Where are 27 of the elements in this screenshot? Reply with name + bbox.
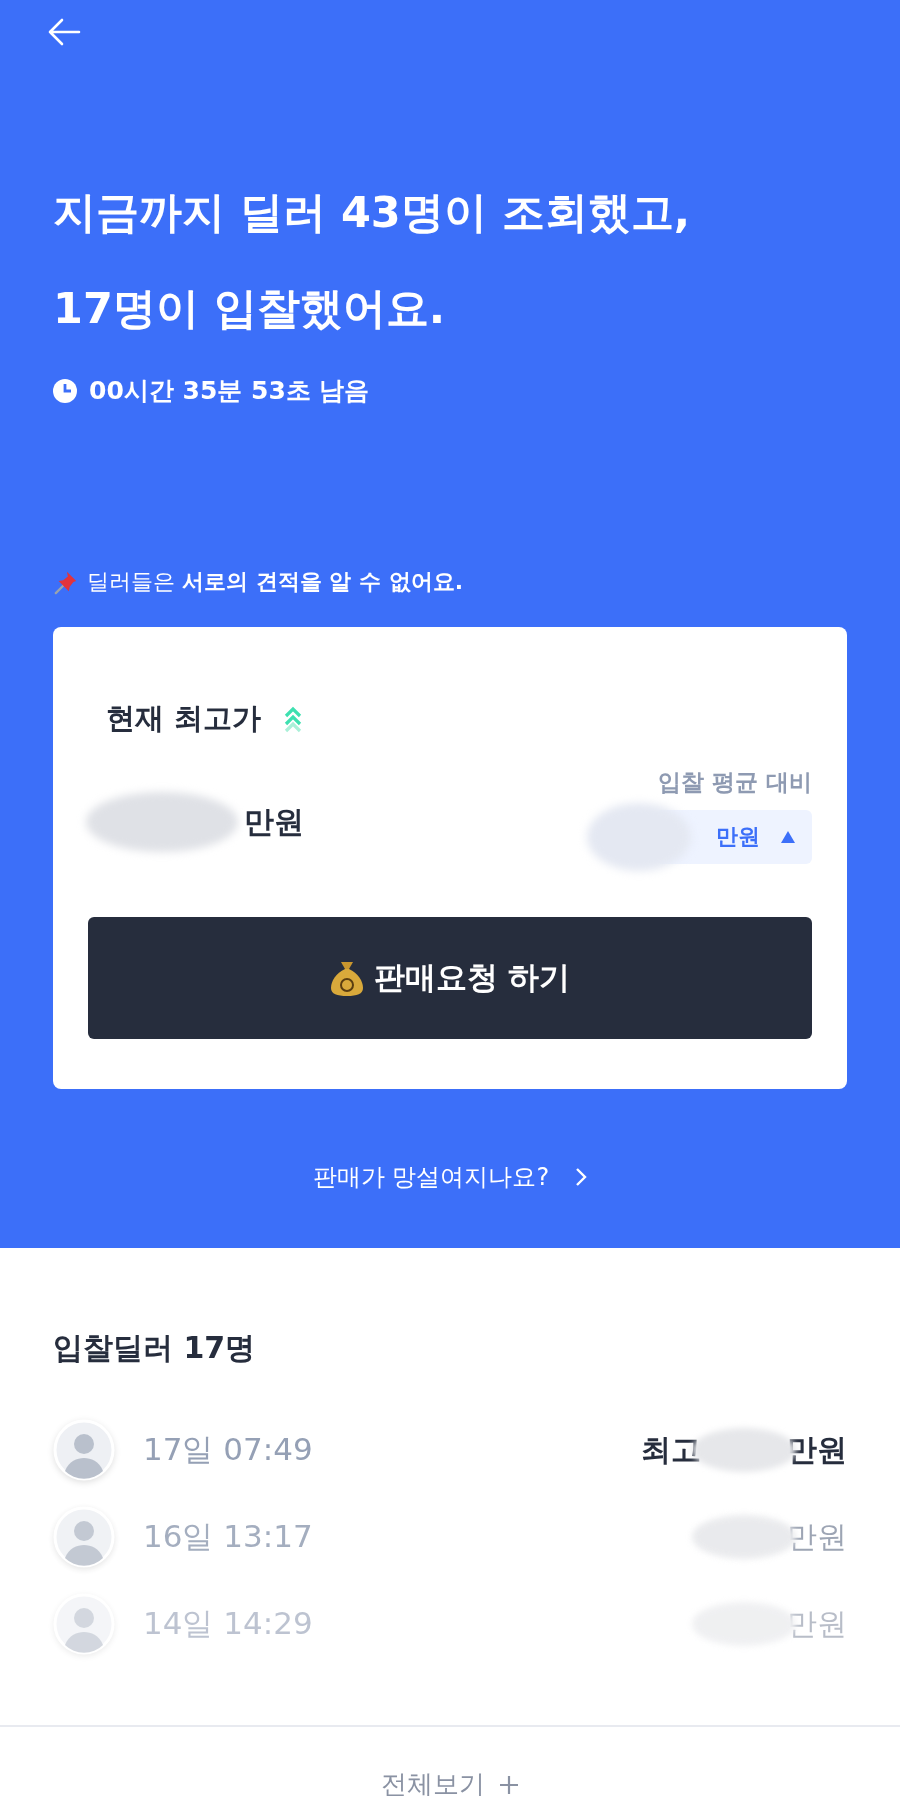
avatar-icon xyxy=(53,1419,115,1481)
sell-request-button[interactable]: 판매요청 하기 xyxy=(88,917,812,1039)
bid-amount: 만원 xyxy=(787,1604,847,1643)
money-bag-icon xyxy=(329,959,364,997)
headline: 지금까지 딜러 43명이 조회했고, 17명이 입찰했어요. xyxy=(53,186,692,335)
pushpin-icon xyxy=(53,569,79,595)
plus-icon xyxy=(499,1774,519,1795)
view-all-button[interactable]: 전체보기 xyxy=(381,1767,519,1796)
bid-time: 16일 13:17 xyxy=(143,1517,313,1556)
bid-time: 17일 07:49 xyxy=(143,1430,313,1469)
card-title: 현재 최고가 xyxy=(106,700,262,737)
help-link[interactable]: 판매가 망설여지나요? xyxy=(312,1161,588,1193)
bid-time: 14일 14:29 xyxy=(143,1604,313,1643)
avatar-icon xyxy=(53,1506,115,1568)
compare-label: 입찰 평균 대비 xyxy=(658,768,812,797)
double-chevron-icon xyxy=(283,704,304,734)
time-remaining: 00시간 35분 53초 남음 xyxy=(89,375,370,407)
bid-amount: 만원 xyxy=(787,1517,847,1556)
back-icon[interactable] xyxy=(47,18,81,46)
compare-value: 만원 xyxy=(716,823,760,851)
amount-unit: 만원 xyxy=(244,802,304,841)
bid-label: 최고 xyxy=(641,1430,701,1469)
notice-text: 딜러들은 서로의 견적을 알 수 없어요. xyxy=(87,568,463,596)
section-title: 입찰딜러 17명 xyxy=(53,1329,257,1367)
chevron-right-icon xyxy=(575,1167,588,1187)
clock-icon xyxy=(53,378,77,403)
bid-amount: 만원 xyxy=(787,1430,847,1469)
